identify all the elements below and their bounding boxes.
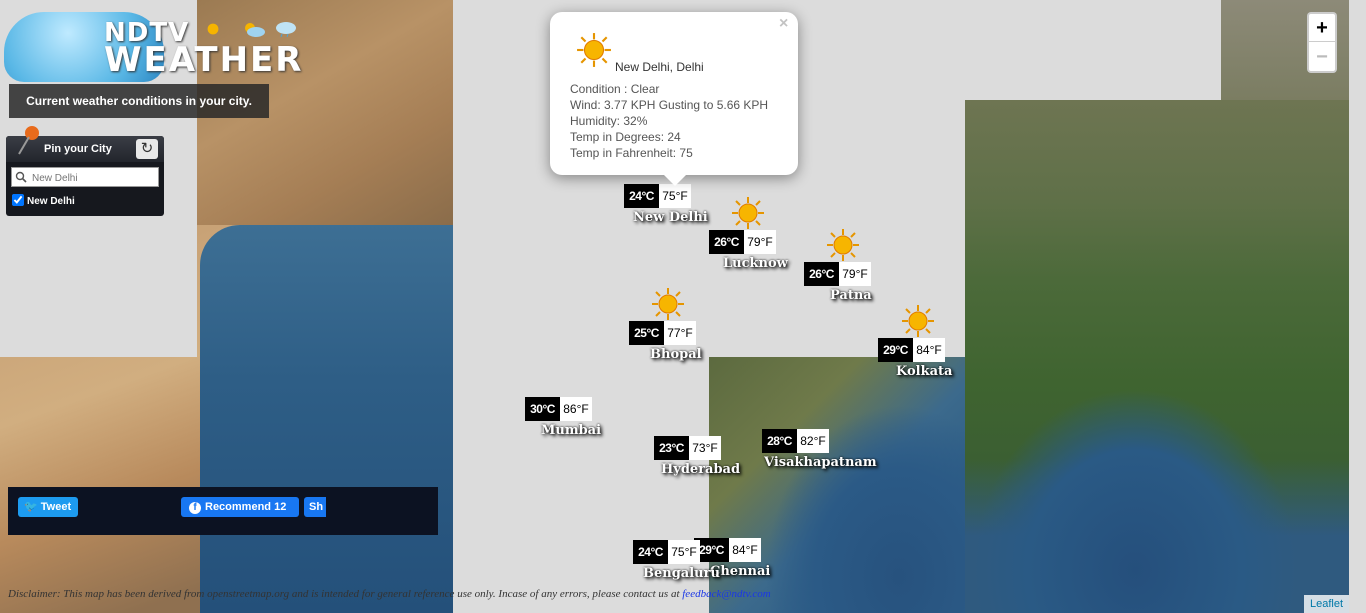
sun-icon <box>207 23 219 35</box>
facebook-share-button[interactable]: Sh <box>304 497 326 517</box>
city-search-input[interactable] <box>32 170 156 186</box>
popup-tip <box>663 174 687 186</box>
popup-wind: Wind: 3.77 KPH Gusting to 5.66 KPH <box>570 98 769 112</box>
city-label: Kolkata <box>896 364 953 379</box>
twitter-bird-icon: 🐦 <box>24 501 38 513</box>
temp-celsius: 25°C <box>629 321 664 345</box>
sun-icon <box>577 33 611 67</box>
popup-humidity: Humidity: 32% <box>570 114 648 128</box>
temp-celsius: 24°C <box>633 540 668 564</box>
tagline: Current weather conditions in your city. <box>9 84 269 118</box>
facebook-recommend-button[interactable]: f Recommend 12 <box>181 497 299 517</box>
city-checkbox-label: New Delhi <box>27 196 75 207</box>
refresh-icon: ↻ <box>140 140 154 157</box>
refresh-button[interactable]: ↻ <box>136 139 158 159</box>
tweet-button[interactable]: 🐦 Tweet <box>18 497 78 517</box>
temp-fahrenheit: 75°F <box>668 540 700 564</box>
marker-mumbai[interactable]: 30°C 86°F Mumbai <box>525 397 645 457</box>
pin-panel-title: Pin your City <box>44 143 112 155</box>
search-icon <box>15 171 27 183</box>
temp-fahrenheit: 75°F <box>659 184 691 208</box>
temp-celsius: 29°C <box>878 338 913 362</box>
brand-bottom: WEATHER <box>104 40 304 80</box>
tweet-label: Tweet <box>40 501 72 513</box>
pushpin-icon <box>18 126 39 155</box>
temp-celsius: 26°C <box>709 230 744 254</box>
marker-hyderabad[interactable]: 23°C 73°F Hyderabad <box>654 436 774 496</box>
sun-icon <box>827 229 859 261</box>
temp-celsius: 24°C <box>624 184 659 208</box>
popup-city: New Delhi, Delhi <box>615 60 704 74</box>
leaflet-attribution-link[interactable]: Leaflet <box>1304 595 1349 613</box>
city-search-box <box>11 167 159 187</box>
temp-fahrenheit: 82°F <box>797 429 829 453</box>
recommend-label: Recommend 12 <box>205 501 287 513</box>
popup-temp-degrees: Temp in Degrees: 24 <box>570 130 681 144</box>
temp-celsius: 28°C <box>762 429 797 453</box>
pin-city-panel: Pin your City ↻ New Delhi <box>6 126 164 216</box>
marker-kolkata[interactable]: 29°C 84°F Kolkata <box>878 338 998 398</box>
zoom-in-button[interactable]: + <box>1309 14 1335 42</box>
disclaimer: Disclaimer: This map has been derived fr… <box>8 588 771 600</box>
popup-condition: Condition : Clear <box>570 82 660 96</box>
facebook-icon: f <box>189 502 201 514</box>
map-edge-strip <box>1349 0 1366 613</box>
city-label: Hyderabad <box>661 462 741 477</box>
temp-celsius: 26°C <box>804 262 839 286</box>
sun-icon <box>652 288 684 320</box>
city-label: Bengaluru <box>643 566 720 581</box>
disclaimer-text: Disclaimer: This map has been derived fr… <box>8 588 680 600</box>
social-share-bar: 🐦 Tweet f Recommend 12 Sh <box>8 487 438 535</box>
popup-temp-fahrenheit: Temp in Fahrenheit: 75 <box>570 146 693 160</box>
city-label: Visakhapatnam <box>764 455 877 470</box>
partly-cloudy-icon <box>245 23 265 37</box>
temp-fahrenheit: 79°F <box>744 230 776 254</box>
weather-popup: × New Delhi, Delhi Condition : Clear Win… <box>550 12 798 175</box>
city-label: New Delhi <box>633 210 708 225</box>
marker-bhopal[interactable]: 25°C 77°F Bhopal <box>629 321 749 381</box>
popup-close-button[interactable]: × <box>779 15 788 33</box>
weather-map[interactable]: NDTV WEATHER Current weather conditions … <box>0 0 1366 613</box>
temp-fahrenheit: 84°F <box>913 338 945 362</box>
temp-celsius: 30°C <box>525 397 560 421</box>
sun-icon <box>902 305 934 337</box>
zoom-out-button[interactable]: − <box>1309 43 1335 71</box>
arabian-sea-tile <box>200 225 453 613</box>
zoom-control: + − <box>1307 12 1337 73</box>
city-label: Mumbai <box>541 423 602 438</box>
temp-fahrenheit: 86°F <box>560 397 592 421</box>
ndtv-weather-logo: NDTV WEATHER <box>4 6 304 84</box>
share-label: Sh <box>309 501 324 513</box>
temp-fahrenheit: 73°F <box>689 436 721 460</box>
marker-visakhapatnam[interactable]: 28°C 82°F Visakhapatnam <box>762 429 882 489</box>
satellite-tile-east <box>965 100 1349 613</box>
sun-icon <box>732 197 764 229</box>
temp-fahrenheit: 79°F <box>839 262 871 286</box>
rain-cloud-icon <box>276 22 296 38</box>
city-label: Patna <box>830 288 872 303</box>
city-label: Bhopal <box>650 347 702 362</box>
city-checkbox[interactable] <box>12 194 24 206</box>
temp-fahrenheit: 77°F <box>664 321 696 345</box>
city-label: Lucknow <box>723 256 788 271</box>
feedback-email-link[interactable]: feedback@ndtv.com <box>682 588 770 600</box>
temp-celsius: 23°C <box>654 436 689 460</box>
